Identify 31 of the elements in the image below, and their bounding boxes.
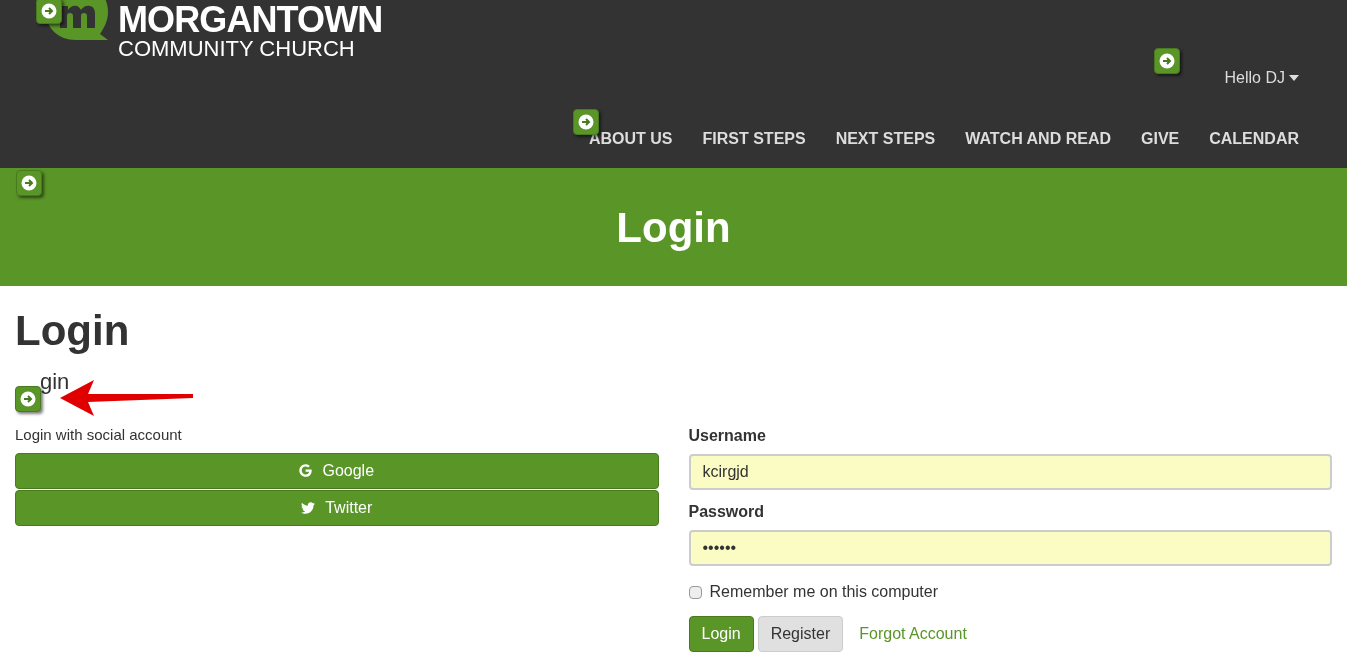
nav-link[interactable]: NEXT STEPS [835, 127, 936, 151]
nav-link[interactable]: WATCH AND READ [965, 127, 1111, 151]
remember-checkbox[interactable] [688, 585, 702, 599]
block-edit-icon[interactable] [16, 170, 42, 196]
banner-title: Login [616, 202, 731, 253]
username-label: Username [688, 426, 767, 446]
block-edit-icon[interactable] [15, 386, 41, 412]
logo-name: MORGANTOWN [118, 2, 383, 38]
nav-link[interactable]: FIRST STEPS [702, 127, 806, 151]
logo-tagline: COMMUNITY CHURCH [118, 38, 356, 60]
block-edit-icon[interactable] [36, 0, 62, 24]
page-title: Login [15, 306, 131, 356]
nav-link[interactable]: GIVE [1141, 127, 1180, 151]
social-login-label: Login with social account [15, 425, 183, 445]
social-login-button[interactable]: Twitter [15, 489, 659, 526]
password-label: Password [688, 502, 766, 522]
caret-icon [1289, 75, 1299, 81]
forgot-account-link[interactable]: Forgot Account [847, 616, 979, 652]
google-icon [299, 464, 313, 477]
password-field[interactable]: •••••• [688, 530, 1332, 566]
username-field[interactable]: kcirgjd [688, 454, 1332, 490]
user-menu[interactable]: Hello DJ [1224, 66, 1299, 90]
nav-link[interactable]: CALENDAR [1209, 127, 1299, 151]
block-edit-icon[interactable] [1154, 48, 1180, 74]
social-login-button[interactable]: Google [15, 452, 659, 489]
nav-link[interactable]: ABOUT US [588, 127, 673, 151]
section-subtitle: gin [40, 367, 70, 396]
twitter-icon [301, 500, 316, 515]
remember-label: Remember me on this computer [709, 582, 939, 602]
login-button[interactable]: Login [688, 616, 754, 652]
register-button[interactable]: Register [757, 616, 844, 652]
